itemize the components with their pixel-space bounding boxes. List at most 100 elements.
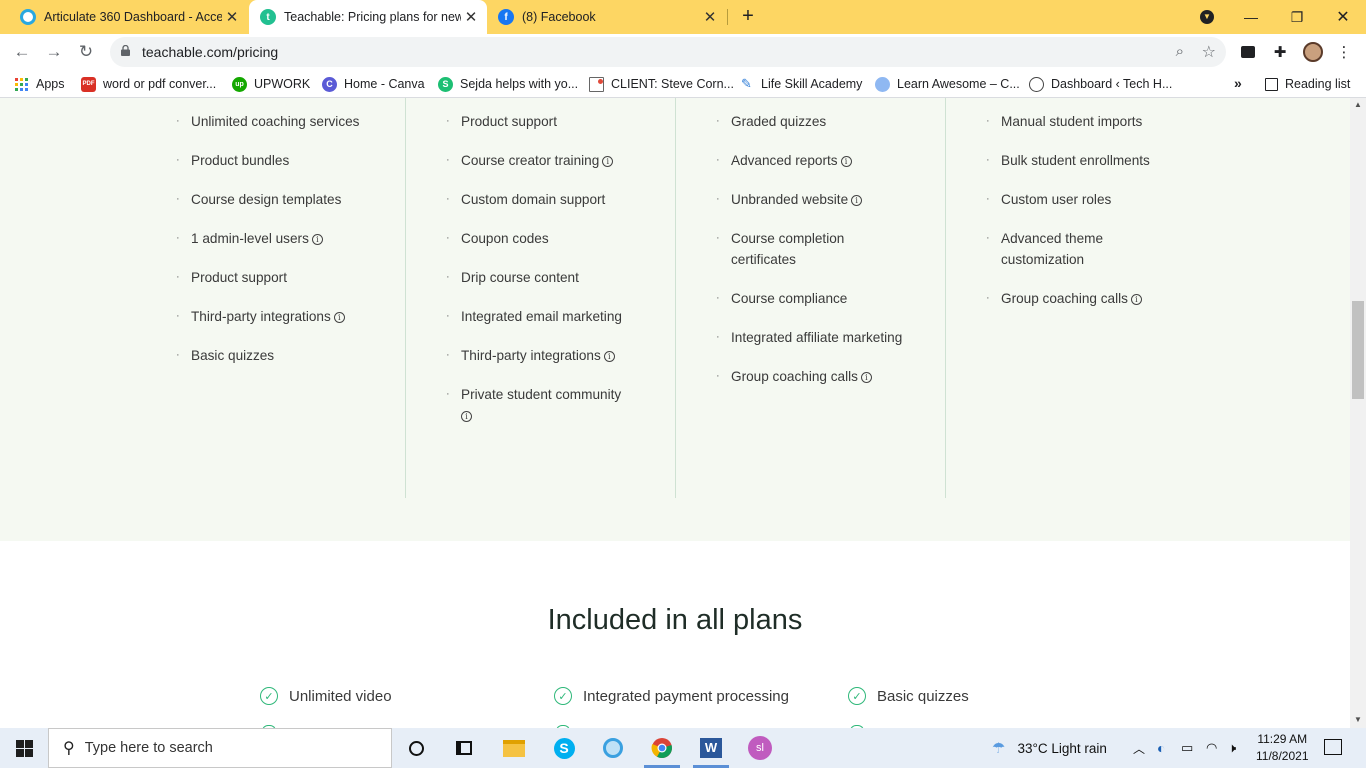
included-item: ✓ Basic quizzes — [848, 687, 969, 705]
bookmark-label: word or pdf conver... — [103, 77, 217, 91]
app-icon[interactable] — [601, 736, 625, 760]
info-icon[interactable]: i — [461, 410, 472, 422]
bullet: · — [986, 115, 990, 127]
plan-features-section: · Unlimited coaching services · Product bu… — [0, 98, 1350, 541]
word-icon[interactable]: W — [699, 736, 723, 760]
bookmark-dashboard[interactable]: Dashboard ‹ Tech H... — [1029, 75, 1172, 93]
bullet: · — [176, 310, 180, 322]
info-icon[interactable]: i — [840, 155, 852, 167]
reading-list-button[interactable]: Reading list — [1265, 75, 1350, 93]
show-hidden-icons-button[interactable]: ︿ — [1133, 728, 1145, 768]
profile-avatar[interactable] — [1303, 42, 1323, 62]
bookmark-star-icon[interactable]: ☆ — [1202, 42, 1216, 62]
tab-teachable[interactable]: t Teachable: Pricing plans for new & ✕ — [249, 0, 487, 34]
info-icon[interactable]: i — [333, 311, 345, 323]
skype-icon[interactable]: S — [552, 736, 576, 760]
forward-button[interactable]: → — [42, 40, 66, 64]
bullet: · — [986, 193, 990, 205]
info-icon[interactable]: i — [851, 194, 863, 206]
cortana-icon[interactable] — [404, 736, 428, 760]
bullet: · — [986, 232, 990, 244]
reading-list-label: Reading list — [1285, 77, 1351, 91]
bookmark-upwork[interactable]: up UPWORK — [232, 75, 310, 93]
feature-item: · Bulk student enrollments — [986, 150, 1201, 171]
tab-articulate[interactable]: Articulate 360 Dashboard - Access ✕ — [0, 0, 248, 34]
feature-item: · Third-party integrations i — [446, 345, 651, 366]
info-icon[interactable]: i — [311, 233, 323, 245]
tab-facebook[interactable]: f (8) Facebook ✕ — [488, 0, 726, 34]
back-button[interactable]: ← — [10, 40, 34, 64]
bookmarks-bar: Apps PDF word or pdf conver... up UPWORK… — [0, 70, 1366, 98]
close-icon[interactable]: ✕ — [700, 8, 720, 26]
weather-text: 33°C Light rain — [1017, 740, 1107, 756]
bullet: · — [716, 292, 720, 304]
profile-dropdown-button[interactable]: ▼ — [1184, 0, 1230, 34]
feature-item: · Manual student imports — [986, 111, 1201, 132]
info-icon[interactable]: i — [602, 155, 614, 167]
feature-item: · Product support — [446, 111, 651, 132]
feature-item: · Course creator training i — [446, 150, 651, 171]
volume-icon[interactable]: 🕨 — [1228, 728, 1236, 768]
address-bar[interactable]: teachable.com/pricing ⌕ ☆ — [110, 37, 1226, 67]
column-divider — [405, 98, 406, 498]
bullet: · — [716, 370, 720, 382]
chrome-icon[interactable] — [650, 736, 674, 760]
bookmark-learn-awesome[interactable]: Learn Awesome – C... — [875, 75, 1020, 93]
restore-button[interactable]: ❐ — [1274, 0, 1320, 34]
bookmark-pdf[interactable]: PDF word or pdf conver... — [81, 75, 216, 93]
bookmark-life-skill[interactable]: ✎ Life Skill Academy — [739, 75, 862, 93]
bookmark-apps[interactable]: Apps — [14, 75, 65, 93]
included-item: ✓ Unlimited video — [260, 687, 392, 705]
taskbar-search-box[interactable]: ⚲ Type here to search — [48, 728, 392, 768]
scroll-down-icon[interactable]: ▼ — [1354, 715, 1362, 724]
check-circle-icon: ✓ — [554, 687, 572, 705]
bookmark-canva[interactable]: C Home - Canva — [322, 75, 425, 93]
slack-icon[interactable]: sl — [748, 736, 772, 760]
url-text[interactable]: teachable.com/pricing — [142, 44, 278, 60]
scrollbar-thumb[interactable] — [1352, 301, 1364, 399]
page-scrollbar[interactable]: ▲ ▼ — [1350, 98, 1366, 728]
column-divider — [945, 98, 946, 498]
battery-icon[interactable]: ▭ — [1181, 728, 1193, 768]
minimize-button[interactable]: — — [1228, 0, 1274, 34]
feature-item: · Custom user roles — [986, 189, 1201, 210]
notification-icon[interactable] — [1324, 739, 1342, 755]
tab-title: (8) Facebook — [522, 10, 596, 24]
close-icon[interactable]: ✕ — [222, 8, 242, 26]
info-icon[interactable]: i — [860, 371, 872, 383]
teachable-icon: t — [260, 9, 276, 25]
windows-start-button[interactable] — [16, 740, 33, 757]
bullet: · — [176, 115, 180, 127]
bullet: · — [446, 115, 450, 127]
file-explorer-icon[interactable] — [502, 736, 526, 760]
window-close-button[interactable]: ✕ — [1320, 0, 1366, 34]
info-icon[interactable]: i — [603, 350, 615, 362]
scroll-up-icon[interactable]: ▲ — [1354, 100, 1362, 109]
feature-item: · Private student community i — [446, 384, 651, 426]
weather-widget[interactable]: ☂ 33°C Light rain — [992, 728, 1107, 768]
bookmark-client[interactable]: CLIENT: Steve Corn... — [589, 75, 734, 93]
more-menu-icon[interactable]: ⋮ — [1334, 42, 1354, 62]
extension-icon[interactable] — [1238, 42, 1258, 62]
wifi-icon[interactable]: ◠ — [1206, 728, 1217, 768]
reload-button[interactable]: ↻ — [74, 40, 98, 64]
tab-title: Teachable: Pricing plans for new & — [284, 10, 461, 24]
bookmark-label: Home - Canva — [344, 77, 425, 91]
bullet: · — [446, 193, 450, 205]
task-view-icon[interactable] — [452, 736, 476, 760]
new-tab-button[interactable]: + — [737, 5, 759, 27]
feature-item: · Integrated affiliate marketing — [716, 327, 921, 348]
pdf-icon: PDF — [81, 76, 96, 92]
bookmark-sejda[interactable]: S Sejda helps with yo... — [438, 75, 578, 93]
search-icon[interactable]: ⌕ — [1176, 43, 1184, 60]
info-icon[interactable]: i — [1130, 293, 1142, 305]
puzzle-icon[interactable]: ✚ — [1270, 42, 1290, 62]
chevron-down-icon: ▼ — [1200, 10, 1214, 24]
bookmarks-overflow-button[interactable]: » — [1234, 75, 1242, 91]
onedrive-icon[interactable]: ◐ — [1157, 728, 1165, 768]
close-icon[interactable]: ✕ — [461, 8, 481, 26]
bullet: · — [446, 349, 450, 361]
system-clock[interactable]: 11:29 AM 11/8/2021 — [1256, 731, 1309, 765]
bookmark-label: UPWORK — [254, 77, 311, 91]
articulate-icon — [20, 9, 36, 25]
